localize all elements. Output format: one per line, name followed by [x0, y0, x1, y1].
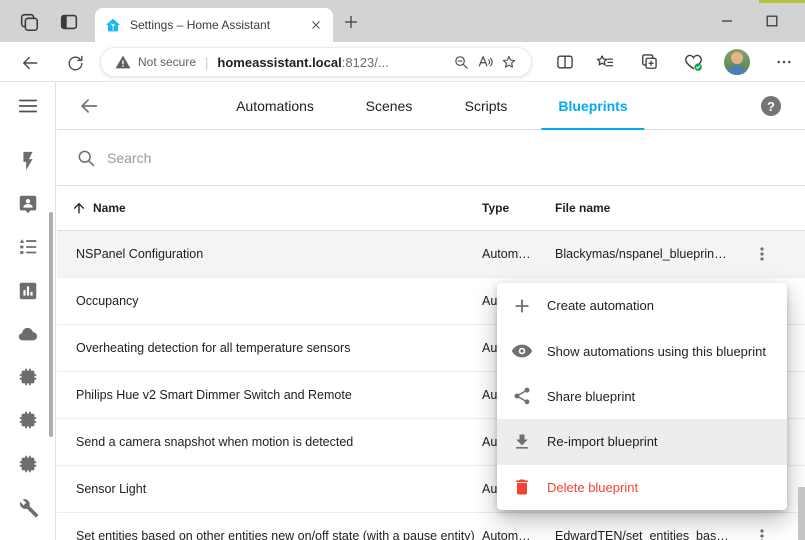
ha-header: Automations Scenes Scripts Blueprints ? [57, 82, 805, 130]
address-bar[interactable]: Not secure | homeassistant.local :8123/.… [100, 47, 532, 77]
row-file: Blackymas/nspanel_blueprin… [555, 247, 727, 261]
settings-menu-icon[interactable] [770, 48, 798, 76]
split-screen-icon[interactable] [551, 48, 579, 76]
tab-automations[interactable]: Automations [219, 82, 331, 130]
sidebar-item-badge-account-icon[interactable] [16, 192, 40, 216]
favorites-icon[interactable] [591, 48, 619, 76]
address-separator: | [205, 55, 208, 70]
sidebar-item-energy-lightning-icon[interactable] [16, 149, 40, 173]
menu-item-reimport-blueprint[interactable]: Re-import blueprint [497, 419, 787, 464]
menu-item-create-automation[interactable]: Create automation [497, 283, 787, 328]
new-tab-button[interactable] [338, 9, 364, 35]
browser-titlebar: Settings – Home Assistant [0, 0, 805, 42]
sidebar-item-history-chart-icon[interactable] [16, 279, 40, 303]
menu-item-label: Re-import blueprint [547, 434, 658, 449]
row-file: EdwardTEN/set_entities_bas… [555, 529, 729, 540]
browser-tab-active[interactable]: Settings – Home Assistant [95, 8, 333, 42]
search-icon [76, 148, 96, 168]
search-input[interactable] [107, 150, 407, 166]
sidebar-item-wrench-icon[interactable] [16, 496, 40, 520]
menu-item-show-automations[interactable]: Show automations using this blueprint [497, 328, 787, 373]
collections-icon[interactable] [635, 48, 663, 76]
trash-icon [510, 475, 534, 499]
row-name: Overheating detection for all temperatur… [76, 341, 350, 355]
window-maximize-button[interactable] [756, 5, 788, 37]
row-name: Sensor Light [76, 482, 146, 496]
tab-stacks-icon[interactable] [16, 9, 42, 35]
browser-toolbar: Not secure | homeassistant.local :8123/.… [0, 42, 805, 82]
menu-item-label: Create automation [547, 298, 654, 313]
menu-item-label: Show automations using this blueprint [547, 344, 766, 359]
security-label: Not secure [138, 55, 196, 69]
menu-item-label: Share blueprint [547, 389, 635, 404]
blueprint-context-menu: Create automation Show automations using… [497, 283, 787, 510]
row-name: NSPanel Configuration [76, 247, 203, 261]
read-aloud-icon[interactable] [473, 50, 497, 74]
home-assistant-app: Automations Scenes Scripts Blueprints ? … [0, 82, 805, 540]
home-assistant-favicon [105, 17, 121, 33]
row-type: Autom… [482, 529, 531, 540]
sidebar-item-chip-1-icon[interactable] [16, 365, 40, 389]
sidebar-item-list-icon[interactable] [16, 235, 40, 259]
browser-window: Settings – Home Assistant Not secure [0, 0, 805, 540]
column-header-type[interactable]: Type [482, 201, 509, 215]
sidebar-item-cloud-icon[interactable] [16, 322, 40, 346]
tab-scenes[interactable]: Scenes [349, 82, 430, 130]
row-name: Occupancy [76, 294, 139, 308]
menu-item-label: Delete blueprint [547, 480, 638, 495]
refresh-icon[interactable] [62, 50, 88, 76]
main-scrollbar-thumb[interactable] [798, 487, 805, 540]
back-icon[interactable] [17, 50, 43, 76]
sidebar-item-chip-2-icon[interactable] [16, 408, 40, 432]
sort-ascending-icon[interactable] [71, 200, 87, 216]
row-name: Set entities based on other entities new… [76, 529, 475, 540]
column-header-file[interactable]: File name [555, 201, 610, 215]
tab-scripts[interactable]: Scripts [448, 82, 525, 130]
table-row[interactable]: NSPanel Configuration Autom… Blackymas/n… [57, 231, 805, 278]
row-name: Send a camera snapshot when motion is de… [76, 435, 353, 449]
ha-sidebar [0, 82, 56, 540]
vertical-tabs-icon[interactable] [56, 9, 82, 35]
ha-back-icon[interactable] [77, 94, 101, 118]
sidebar-menu-icon[interactable] [16, 94, 40, 118]
menu-item-delete-blueprint[interactable]: Delete blueprint [497, 465, 787, 510]
tab-blueprints[interactable]: Blueprints [541, 82, 644, 130]
table-header: Name Type File name [57, 186, 805, 231]
menu-item-share-blueprint[interactable]: Share blueprint [497, 374, 787, 419]
row-type: Autom… [482, 247, 531, 261]
table-row[interactable]: Set entities based on other entities new… [57, 513, 805, 540]
row-overflow-menu-icon[interactable] [750, 524, 774, 540]
tab-title: Settings – Home Assistant [130, 18, 309, 32]
sidebar-item-chip-3-icon[interactable] [16, 452, 40, 476]
search-bar [57, 130, 805, 186]
download-icon [510, 430, 534, 454]
browser-essentials-icon[interactable] [679, 48, 707, 76]
sidebar-scrollbar-thumb[interactable] [49, 212, 53, 437]
help-icon[interactable]: ? [761, 96, 781, 116]
ha-content: Automations Scenes Scripts Blueprints ? … [57, 82, 805, 540]
address-host: homeassistant.local [217, 55, 341, 70]
column-header-name[interactable]: Name [93, 201, 126, 215]
row-name: Philips Hue v2 Smart Dimmer Switch and R… [76, 388, 352, 402]
window-minimize-button[interactable] [711, 5, 743, 37]
not-secure-warning-icon [115, 54, 131, 70]
plus-icon [510, 294, 534, 318]
favorite-star-icon[interactable] [497, 50, 521, 74]
zoom-out-icon[interactable] [449, 50, 473, 74]
share-icon [510, 384, 534, 408]
profile-avatar[interactable] [724, 49, 750, 75]
tab-close-icon[interactable] [309, 18, 323, 32]
row-overflow-menu-icon[interactable] [750, 242, 774, 266]
eye-icon [510, 339, 534, 363]
address-path: :8123/... [342, 55, 389, 70]
desktop-edge-strip [759, 0, 805, 3]
